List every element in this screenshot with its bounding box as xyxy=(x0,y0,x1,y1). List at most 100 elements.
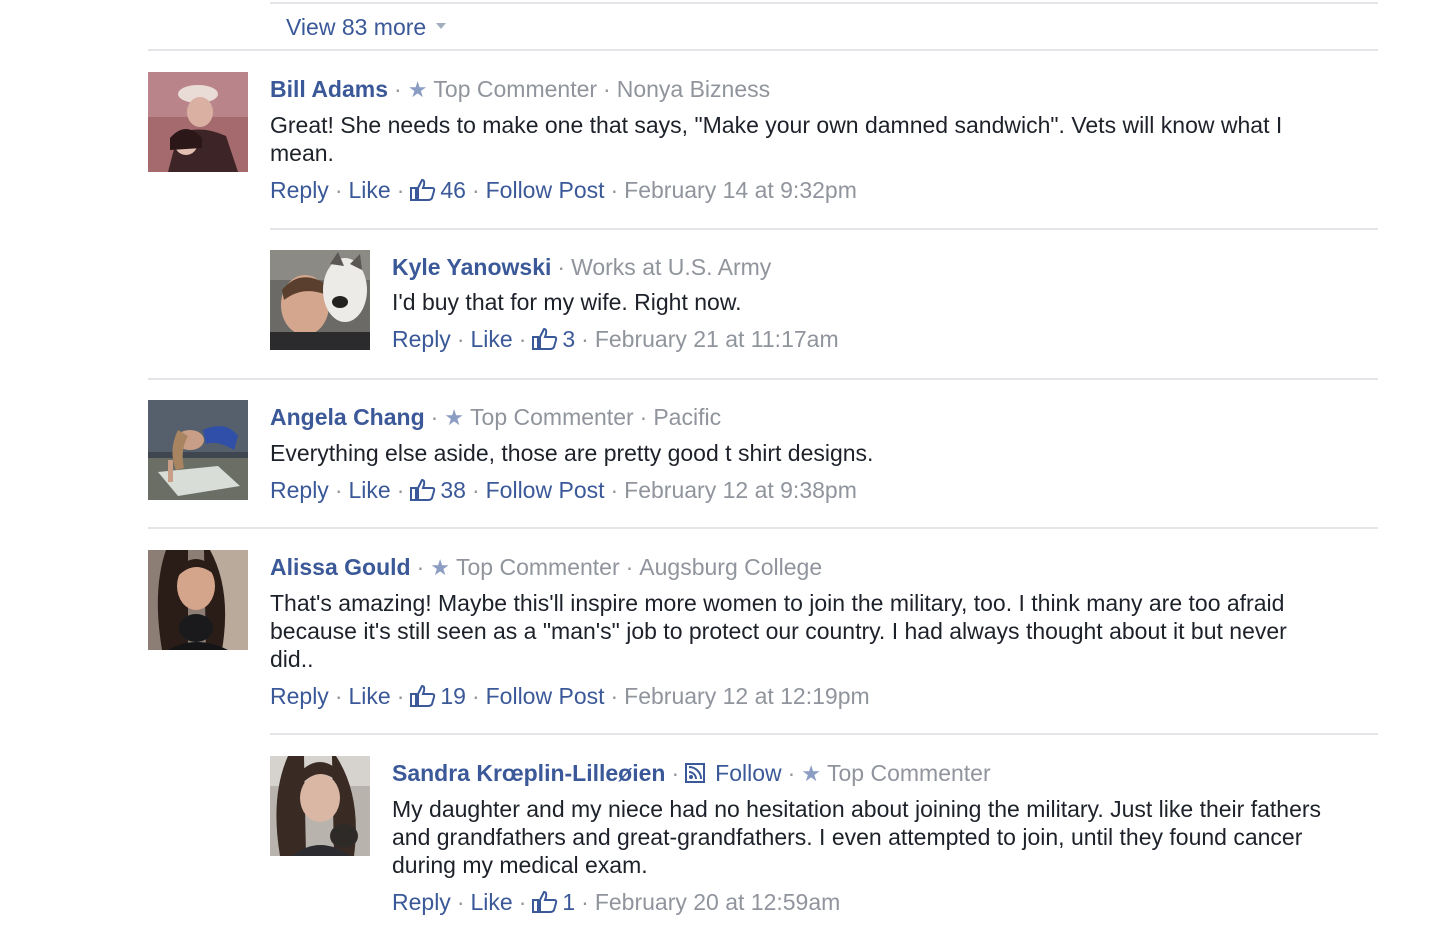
comment-header: Kyle Yanowski · Works at U.S. Army xyxy=(392,252,1328,282)
thumbs-up-icon xyxy=(532,328,558,350)
avatar[interactable] xyxy=(270,756,370,856)
comment: Bill Adams · ★ Top Commenter · Nonya Bizness … xyxy=(270,74,1328,205)
comment: Angela Chang · ★ Top Commenter · Pacific Ever… xyxy=(270,402,1328,505)
follow-post-link[interactable]: Follow Post xyxy=(486,477,605,503)
like-count[interactable]: 46 xyxy=(410,177,466,203)
like-link[interactable]: Like xyxy=(348,477,390,503)
separator: · xyxy=(396,177,405,203)
comment-header: Angela Chang · ★ Top Commenter · Pacific xyxy=(270,402,1328,433)
view-more-label[interactable]: View 83 more xyxy=(286,14,426,40)
separator: · xyxy=(610,477,619,503)
rss-follow-icon xyxy=(685,763,706,783)
avatar[interactable] xyxy=(148,72,248,172)
separator: · xyxy=(471,477,480,503)
comment-text: My daughter and my niece had no hesitati… xyxy=(392,796,1322,878)
reply-link[interactable]: Reply xyxy=(392,889,451,915)
separator: · xyxy=(610,177,619,203)
works-at-label: Works at xyxy=(571,254,662,280)
like-count[interactable]: 19 xyxy=(410,683,466,709)
commenter-name[interactable]: Bill Adams xyxy=(270,76,388,102)
separator: · xyxy=(471,177,480,203)
comment-text: That's amazing! Maybe this'll inspire mo… xyxy=(270,590,1287,672)
timestamp[interactable]: February 12 at 9:38pm xyxy=(624,477,857,503)
comment-header: Sandra Krœplin-Lilleøien · Follow · ★ Top Com… xyxy=(392,758,1328,789)
separator: · xyxy=(396,683,405,709)
reply-comment: Sandra Krœplin-Lilleøien · Follow · ★ Top Com… xyxy=(392,758,1328,917)
like-count-value: 19 xyxy=(440,683,466,709)
top-commenter-badge: Top Commenter xyxy=(470,404,634,430)
timestamp[interactable]: February 12 at 12:19pm xyxy=(624,683,869,709)
comment-text: Great! She needs to make one that says, … xyxy=(270,112,1283,166)
commenter-name[interactable]: Angela Chang xyxy=(270,404,425,430)
comment-actions: Reply · Like · 19 · Follow Post · February 12 at… xyxy=(270,681,1328,711)
like-count[interactable]: 1 xyxy=(532,889,575,915)
commenter-name[interactable]: Kyle Yanowski xyxy=(392,254,551,280)
chevron-down-icon xyxy=(436,22,447,29)
separator: · xyxy=(456,889,465,915)
separator: · xyxy=(581,889,589,915)
like-count-value: 38 xyxy=(440,477,466,503)
star-icon: ★ xyxy=(407,77,428,102)
avatar[interactable] xyxy=(270,250,370,350)
avatar[interactable] xyxy=(148,400,248,500)
star-icon: ★ xyxy=(801,761,822,786)
follow-label: Follow xyxy=(715,760,782,786)
like-count-value: 3 xyxy=(562,326,576,352)
like-count[interactable]: 38 xyxy=(410,477,466,503)
divider xyxy=(270,733,1378,735)
comment-text: Everything else aside, those are pretty … xyxy=(270,440,874,466)
follow-post-link[interactable]: Follow Post xyxy=(486,683,605,709)
reply-link[interactable]: Reply xyxy=(392,326,451,352)
reply-comment: Kyle Yanowski · Works at U.S. Army I'd buy… xyxy=(392,252,1328,354)
comment-header: Bill Adams · ★ Top Commenter · Nonya Bizness xyxy=(270,74,1328,105)
like-link[interactable]: Like xyxy=(470,889,512,915)
commenter-name[interactable]: Sandra Krœplin-Lilleøien xyxy=(392,760,665,786)
timestamp[interactable]: February 14 at 9:32pm xyxy=(624,177,857,203)
divider xyxy=(270,2,1378,4)
like-link[interactable]: Like xyxy=(348,683,390,709)
view-more-link[interactable]: View 83 more xyxy=(286,12,447,42)
top-commenter-badge: Top Commenter xyxy=(433,76,598,102)
separator: · xyxy=(581,326,589,352)
comment-actions: Reply · Like · 3 · February 21 at 11:17am xyxy=(392,324,1328,354)
star-icon: ★ xyxy=(430,555,450,580)
separator: · xyxy=(396,477,405,503)
comment-text: I'd buy that for my wife. Right now. xyxy=(392,289,742,315)
divider xyxy=(148,378,1378,380)
separator: · xyxy=(518,326,527,352)
top-commenter-badge: Top Commenter xyxy=(827,760,991,786)
thumbs-up-icon xyxy=(532,891,558,913)
separator: · xyxy=(334,177,343,203)
divider xyxy=(148,527,1378,529)
comment-actions: Reply · Like · 1 · February 20 at 12:59am xyxy=(392,887,1328,917)
divider xyxy=(148,49,1378,51)
separator: · xyxy=(787,760,796,786)
like-count-value: 46 xyxy=(440,177,466,203)
like-link[interactable]: Like xyxy=(470,326,512,352)
separator: · xyxy=(557,254,566,280)
separator: · xyxy=(334,683,343,709)
separator: · xyxy=(394,76,402,102)
separator: · xyxy=(603,76,611,102)
separator: · xyxy=(639,404,648,430)
commenter-name[interactable]: Alissa Gould xyxy=(270,554,411,580)
reply-link[interactable]: Reply xyxy=(270,683,329,709)
follow-post-link[interactable]: Follow Post xyxy=(486,177,605,203)
like-count[interactable]: 3 xyxy=(532,326,575,352)
avatar[interactable] xyxy=(148,550,248,650)
timestamp[interactable]: February 20 at 12:59am xyxy=(595,889,840,915)
comments-page: View 83 more Bill Adams · ★ Top Commenter · N… xyxy=(0,0,1448,926)
star-icon: ★ xyxy=(444,405,465,430)
separator: · xyxy=(456,326,465,352)
separator: · xyxy=(610,683,619,709)
follow-button[interactable]: Follow xyxy=(685,760,782,786)
thumbs-up-icon xyxy=(410,479,436,501)
like-link[interactable]: Like xyxy=(348,177,390,203)
reply-link[interactable]: Reply xyxy=(270,477,329,503)
timestamp[interactable]: February 21 at 11:17am xyxy=(595,326,839,352)
separator: · xyxy=(430,404,439,430)
reply-link[interactable]: Reply xyxy=(270,177,329,203)
top-commenter-badge: Top Commenter xyxy=(456,554,620,580)
employer[interactable]: U.S. Army xyxy=(668,254,772,280)
comment: Alissa Gould · ★ Top Commenter · Augsburg Col… xyxy=(270,552,1328,711)
